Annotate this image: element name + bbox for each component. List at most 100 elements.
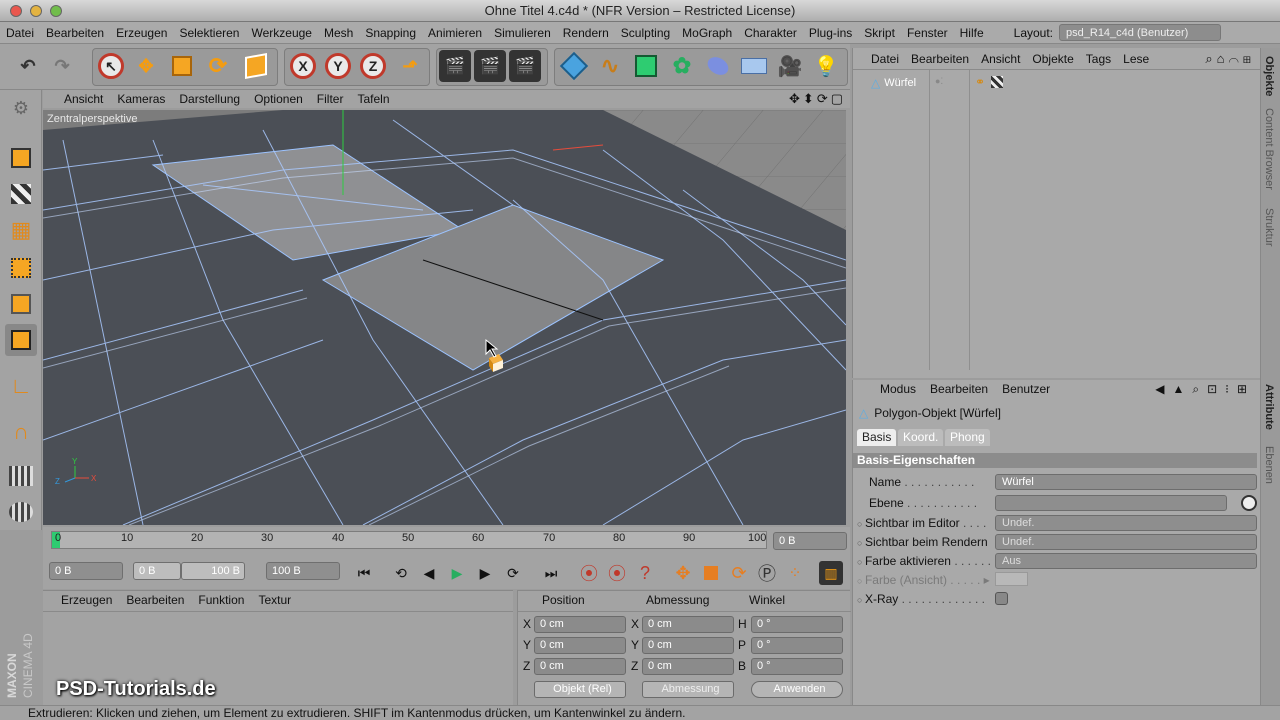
cube-object-icon[interactable] [558, 50, 590, 82]
menu-mesh[interactable]: Mesh [318, 26, 359, 40]
sichtbar-editor-select[interactable]: Undef. [995, 515, 1257, 531]
close-button[interactable] [10, 5, 22, 17]
sichtbar-render-select[interactable]: Undef. [995, 534, 1257, 550]
attr-menu-bearbeiten[interactable]: Bearbeiten [923, 382, 995, 396]
recent-tool-icon[interactable] [240, 50, 272, 82]
prev-frame-icon[interactable]: ◀ [417, 561, 441, 585]
zoom-button[interactable] [50, 5, 62, 17]
key-scale-icon[interactable] [699, 561, 723, 585]
menu-charakter[interactable]: Charakter [738, 26, 803, 40]
grid-snap-icon[interactable] [5, 496, 37, 528]
viewport-menu-tafeln[interactable]: Tafeln [350, 92, 396, 106]
next-key-icon[interactable]: ⟳ [501, 561, 525, 585]
max-frame-field[interactable]: 100 B [181, 562, 245, 580]
timeline-ruler[interactable]: 0 10 20 30 40 50 60 70 80 90 100 [51, 531, 767, 549]
tab-basis[interactable]: Basis [857, 429, 897, 446]
start-frame-field[interactable]: 0 B [49, 562, 123, 580]
side-tab-struktur[interactable]: Struktur [1263, 208, 1275, 247]
nurbs-icon[interactable] [630, 50, 662, 82]
light-icon[interactable]: 💡 [810, 50, 842, 82]
menu-simulieren[interactable]: Simulieren [488, 26, 557, 40]
z-axis-lock-button[interactable]: Z [357, 50, 389, 82]
position-y-field[interactable]: 0 cm [534, 637, 626, 654]
coord-mode-select[interactable]: Objekt (Rel) [534, 681, 626, 698]
rotate-tool-icon[interactable]: ⟳ [202, 50, 234, 82]
goto-start-icon[interactable]: ⏮ [352, 561, 376, 585]
coordinate-system-icon[interactable]: ⬏ [394, 50, 426, 82]
layout-select[interactable]: psd_R14_c4d (Benutzer) [1059, 24, 1222, 41]
phong-tag-icon[interactable]: ⚭ [975, 75, 985, 89]
object-name[interactable]: Würfel [884, 77, 916, 89]
menu-hilfe[interactable]: Hilfe [954, 26, 990, 40]
obj-menu-bearbeiten[interactable]: Bearbeiten [905, 52, 975, 66]
attr-menu-modus[interactable]: Modus [873, 382, 923, 396]
menu-selektieren[interactable]: Selektieren [173, 26, 245, 40]
menu-fenster[interactable]: Fenster [901, 26, 954, 40]
render-picture-viewer-icon[interactable]: 🎬 [474, 50, 506, 82]
rotation-h-field[interactable]: 0 ° [751, 616, 843, 633]
side-tab-attribute[interactable]: Attribute [1263, 384, 1275, 430]
auto-key-icon[interactable]: ⦿ [605, 561, 629, 585]
viewport-3d[interactable]: Y X Z Zentralperspektive [43, 110, 846, 525]
obj-menu-lese[interactable]: Lese [1117, 52, 1155, 66]
side-tab-objekte[interactable]: Objekte [1263, 56, 1275, 96]
size-x-field[interactable]: 0 cm [642, 616, 734, 633]
menu-animieren[interactable]: Animieren [422, 26, 488, 40]
viewport-menu-kameras[interactable]: Kameras [110, 92, 172, 106]
coord-size-mode-select[interactable]: Abmessung [642, 681, 734, 698]
menu-plugins[interactable]: Plug-ins [803, 26, 858, 40]
menu-bearbeiten[interactable]: Bearbeiten [40, 26, 110, 40]
scale-tool-icon[interactable] [166, 50, 198, 82]
camera-icon[interactable]: 🎥 [774, 50, 806, 82]
mograph-cloner-icon[interactable]: ✿ [666, 50, 698, 82]
edit-mode-icon[interactable]: ⚙ [5, 92, 37, 124]
record-icon[interactable]: ⦿ [577, 561, 601, 585]
timeline-layout-icon[interactable]: ▥ [819, 561, 843, 585]
name-field[interactable]: Würfel [995, 474, 1257, 490]
mat-menu-funktion[interactable]: Funktion [198, 593, 244, 607]
attr-menu-benutzer[interactable]: Benutzer [995, 382, 1057, 396]
rotation-p-field[interactable]: 0 ° [751, 637, 843, 654]
menu-erzeugen[interactable]: Erzeugen [110, 26, 173, 40]
keyframe-selection-icon[interactable]: ? [633, 561, 657, 585]
texture-tag-icon[interactable] [991, 76, 1003, 88]
position-x-field[interactable]: 0 cm [534, 616, 626, 633]
model-mode-icon[interactable] [5, 142, 37, 174]
side-tab-ebenen[interactable]: Ebenen [1263, 446, 1275, 484]
obj-menu-datei[interactable]: Datei [865, 52, 905, 66]
viewport-menu-optionen[interactable]: Optionen [247, 92, 310, 106]
position-z-field[interactable]: 0 cm [534, 658, 626, 675]
rotation-b-field[interactable]: 0 ° [751, 658, 843, 675]
mat-menu-erzeugen[interactable]: Erzeugen [61, 593, 112, 607]
workplane-mode-icon[interactable]: ▦ [5, 214, 37, 246]
tab-koord[interactable]: Koord. [898, 429, 944, 446]
next-frame-icon[interactable]: ▶ [473, 561, 497, 585]
obj-search-home-icons[interactable]: ⌕⌂⌒⊞ [1205, 51, 1261, 67]
key-rotation-icon[interactable]: ⟳ [727, 561, 751, 585]
play-icon[interactable]: ▶ [445, 561, 469, 585]
tab-phong[interactable]: Phong [945, 429, 990, 446]
viewport-menu-ansicht[interactable]: Ansicht [57, 92, 110, 106]
edges-mode-icon[interactable] [5, 288, 37, 320]
menu-werkzeuge[interactable]: Werkzeuge [245, 26, 317, 40]
deformer-icon[interactable] [702, 50, 734, 82]
menu-snapping[interactable]: Snapping [359, 26, 422, 40]
obj-menu-tags[interactable]: Tags [1080, 52, 1117, 66]
select-tool-icon[interactable]: ↖ [95, 50, 127, 82]
key-parameter-icon[interactable]: Ⓟ [755, 561, 779, 585]
snap-magnet-icon[interactable]: ∩ [5, 416, 37, 448]
farbe-aktiv-select[interactable]: Aus [995, 553, 1257, 569]
floor-scene-icon[interactable] [738, 50, 770, 82]
menu-skript[interactable]: Skript [858, 26, 901, 40]
viewport-menu-darstellung[interactable]: Darstellung [172, 92, 247, 106]
polygons-mode-icon[interactable] [5, 324, 37, 356]
render-view-icon[interactable]: 🎬 [439, 50, 471, 82]
key-position-icon[interactable]: ✥ [671, 561, 695, 585]
spline-icon[interactable]: ∿ [594, 50, 626, 82]
points-mode-icon[interactable] [5, 252, 37, 284]
min-frame-field[interactable]: 0 B [133, 562, 181, 580]
texture-mode-icon[interactable] [5, 178, 37, 210]
attr-nav-icons[interactable]: ◀▲⌕⊡⁝⊞ [1155, 382, 1261, 397]
farbe-ansicht-swatch[interactable] [995, 572, 1028, 586]
obj-menu-ansicht[interactable]: Ansicht [975, 52, 1026, 66]
